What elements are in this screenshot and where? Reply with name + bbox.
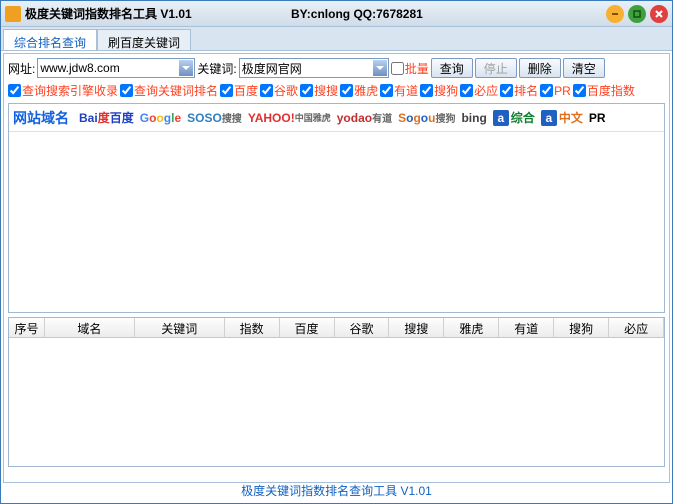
filter-row: 查询搜索引擎收录 查询关键词排名 百度 谷歌 搜搜 雅虎 有道 搜狗 必应 排名… <box>8 82 665 99</box>
google-logo-icon: Google <box>140 108 181 128</box>
keyword-dropdown-icon[interactable] <box>373 60 387 76</box>
tab-bar: 综合排名查询 刷百度关键词 <box>1 27 672 51</box>
chk-youdao[interactable]: 有道 <box>380 82 418 99</box>
titlebar: 极度关键词指数排名工具 V1.01 BY:cnlong QQ:7678281 <box>1 1 672 27</box>
clear-button[interactable]: 清空 <box>563 58 605 78</box>
tab-ranking-query[interactable]: 综合排名查询 <box>3 29 97 50</box>
chk-bing[interactable]: 必应 <box>460 82 498 99</box>
baidu-logo-icon: Bai度百度 <box>79 108 134 128</box>
status-footer: 极度关键词指数排名查询工具 V1.01 <box>1 480 672 501</box>
content-panel: 网址: 关键词: 批量 查询 停止 删除 清空 查询搜索引擎收录 查询关键词排名… <box>3 53 670 483</box>
tab-brush-baidu[interactable]: 刷百度关键词 <box>97 29 191 50</box>
engines-grid: 网站域名 Bai度百度 Google SOSO搜搜 YAHOO!中国雅虎 yod… <box>8 103 665 313</box>
url-combo[interactable] <box>37 58 195 78</box>
keyword-input[interactable] <box>242 61 370 75</box>
url-label: 网址: <box>8 60 35 77</box>
col-youdao[interactable]: 有道 <box>499 318 554 337</box>
zonghe-logo-icon: a综合 <box>493 108 535 128</box>
window-title: 极度关键词指数排名工具 V1.01 <box>25 5 192 22</box>
close-button[interactable] <box>650 5 668 23</box>
zhongwen-logo-icon: a中文 <box>541 108 583 128</box>
table-header: 序号 域名 关键词 指数 百度 谷歌 搜搜 雅虎 有道 搜狗 必应 <box>9 318 664 338</box>
col-index[interactable]: 序号 <box>9 318 45 337</box>
domain-column-label: 网站域名 <box>13 108 69 128</box>
chk-soso[interactable]: 搜搜 <box>300 82 338 99</box>
minimize-button[interactable] <box>606 5 624 23</box>
main-window: 极度关键词指数排名工具 V1.01 BY:cnlong QQ:7678281 综… <box>0 0 673 504</box>
chk-rank[interactable]: 排名 <box>500 82 538 99</box>
bing-logo-icon: bing <box>461 108 486 128</box>
yodao-logo-icon: yodao有道 <box>337 108 392 128</box>
search-toolbar: 网址: 关键词: 批量 查询 停止 删除 清空 <box>8 58 665 78</box>
chk-yahoo[interactable]: 雅虎 <box>340 82 378 99</box>
chk-pr[interactable]: PR <box>540 84 571 98</box>
window-author: BY:cnlong QQ:7678281 <box>291 7 423 21</box>
pr-column-label: PR <box>589 108 606 128</box>
chk-google[interactable]: 谷歌 <box>260 82 298 99</box>
query-button[interactable]: 查询 <box>431 58 473 78</box>
maximize-button[interactable] <box>628 5 646 23</box>
url-dropdown-icon[interactable] <box>179 60 193 76</box>
stop-button: 停止 <box>475 58 517 78</box>
url-input[interactable] <box>40 61 176 75</box>
chk-engine-index[interactable]: 查询搜索引擎收录 <box>8 82 118 99</box>
chk-keyword-rank[interactable]: 查询关键词排名 <box>120 82 218 99</box>
engines-header: 网站域名 Bai度百度 Google SOSO搜搜 YAHOO!中国雅虎 yod… <box>9 104 664 132</box>
batch-checkbox[interactable]: 批量 <box>391 60 429 77</box>
window-buttons <box>606 5 668 23</box>
col-google[interactable]: 谷歌 <box>335 318 390 337</box>
col-bing[interactable]: 必应 <box>609 318 664 337</box>
col-keyword[interactable]: 关键词 <box>135 318 225 337</box>
keyword-label: 关键词: <box>197 60 236 77</box>
soso-logo-icon: SOSO搜搜 <box>187 108 242 128</box>
chk-sogou[interactable]: 搜狗 <box>420 82 458 99</box>
col-zhishu[interactable]: 指数 <box>225 318 280 337</box>
chk-baidu-index[interactable]: 百度指数 <box>573 82 635 99</box>
col-yahoo[interactable]: 雅虎 <box>444 318 499 337</box>
col-sogou[interactable]: 搜狗 <box>554 318 609 337</box>
chk-baidu[interactable]: 百度 <box>220 82 258 99</box>
yahoo-logo-icon: YAHOO!中国雅虎 <box>248 108 331 128</box>
col-domain[interactable]: 域名 <box>45 318 135 337</box>
col-baidu[interactable]: 百度 <box>280 318 335 337</box>
sogou-logo-icon: Sogou搜狗 <box>398 108 455 128</box>
delete-button[interactable]: 删除 <box>519 58 561 78</box>
col-soso[interactable]: 搜搜 <box>389 318 444 337</box>
keyword-combo[interactable] <box>239 58 389 78</box>
results-table: 序号 域名 关键词 指数 百度 谷歌 搜搜 雅虎 有道 搜狗 必应 <box>8 317 665 467</box>
app-icon <box>5 6 21 22</box>
